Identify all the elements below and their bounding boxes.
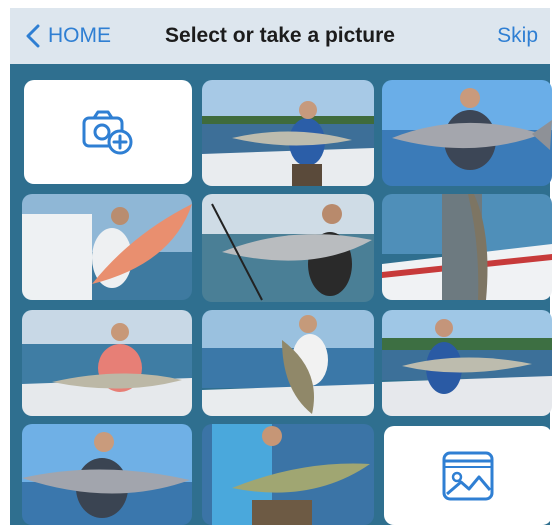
photo-thumbnail[interactable] bbox=[22, 310, 192, 416]
photo-thumbnail[interactable] bbox=[202, 424, 374, 525]
fishing-photo bbox=[202, 80, 374, 186]
skip-button[interactable]: Skip bbox=[497, 8, 538, 64]
choose-from-gallery-tile[interactable] bbox=[384, 426, 552, 525]
photo-thumbnail[interactable] bbox=[382, 194, 552, 300]
photo-picker-screen: HOME Select or take a picture Skip bbox=[0, 0, 556, 525]
fishing-photo bbox=[382, 194, 552, 300]
back-label: HOME bbox=[48, 24, 111, 47]
back-button[interactable]: HOME bbox=[24, 8, 111, 64]
fishing-photo bbox=[22, 194, 192, 300]
photo-thumbnail[interactable] bbox=[202, 310, 374, 416]
photo-thumbnail[interactable] bbox=[202, 80, 374, 186]
fishing-photo bbox=[22, 424, 192, 525]
navigation-bar: HOME Select or take a picture Skip bbox=[10, 8, 550, 64]
photo-thumbnail[interactable] bbox=[382, 80, 552, 186]
take-photo-tile[interactable] bbox=[24, 80, 192, 184]
fishing-photo bbox=[202, 424, 374, 525]
photo-thumbnail[interactable] bbox=[202, 194, 374, 302]
camera-plus-icon bbox=[82, 110, 133, 155]
photo-gallery-icon bbox=[442, 451, 494, 500]
chevron-left-icon bbox=[26, 24, 40, 48]
photo-thumbnail[interactable] bbox=[22, 424, 192, 525]
fishing-photo bbox=[202, 194, 374, 302]
fishing-photo bbox=[202, 310, 374, 416]
photo-thumbnail[interactable] bbox=[382, 310, 552, 416]
fishing-photo bbox=[382, 310, 552, 416]
photo-thumbnail[interactable] bbox=[22, 194, 192, 300]
fishing-photo bbox=[382, 80, 552, 186]
fishing-photo bbox=[22, 310, 192, 416]
